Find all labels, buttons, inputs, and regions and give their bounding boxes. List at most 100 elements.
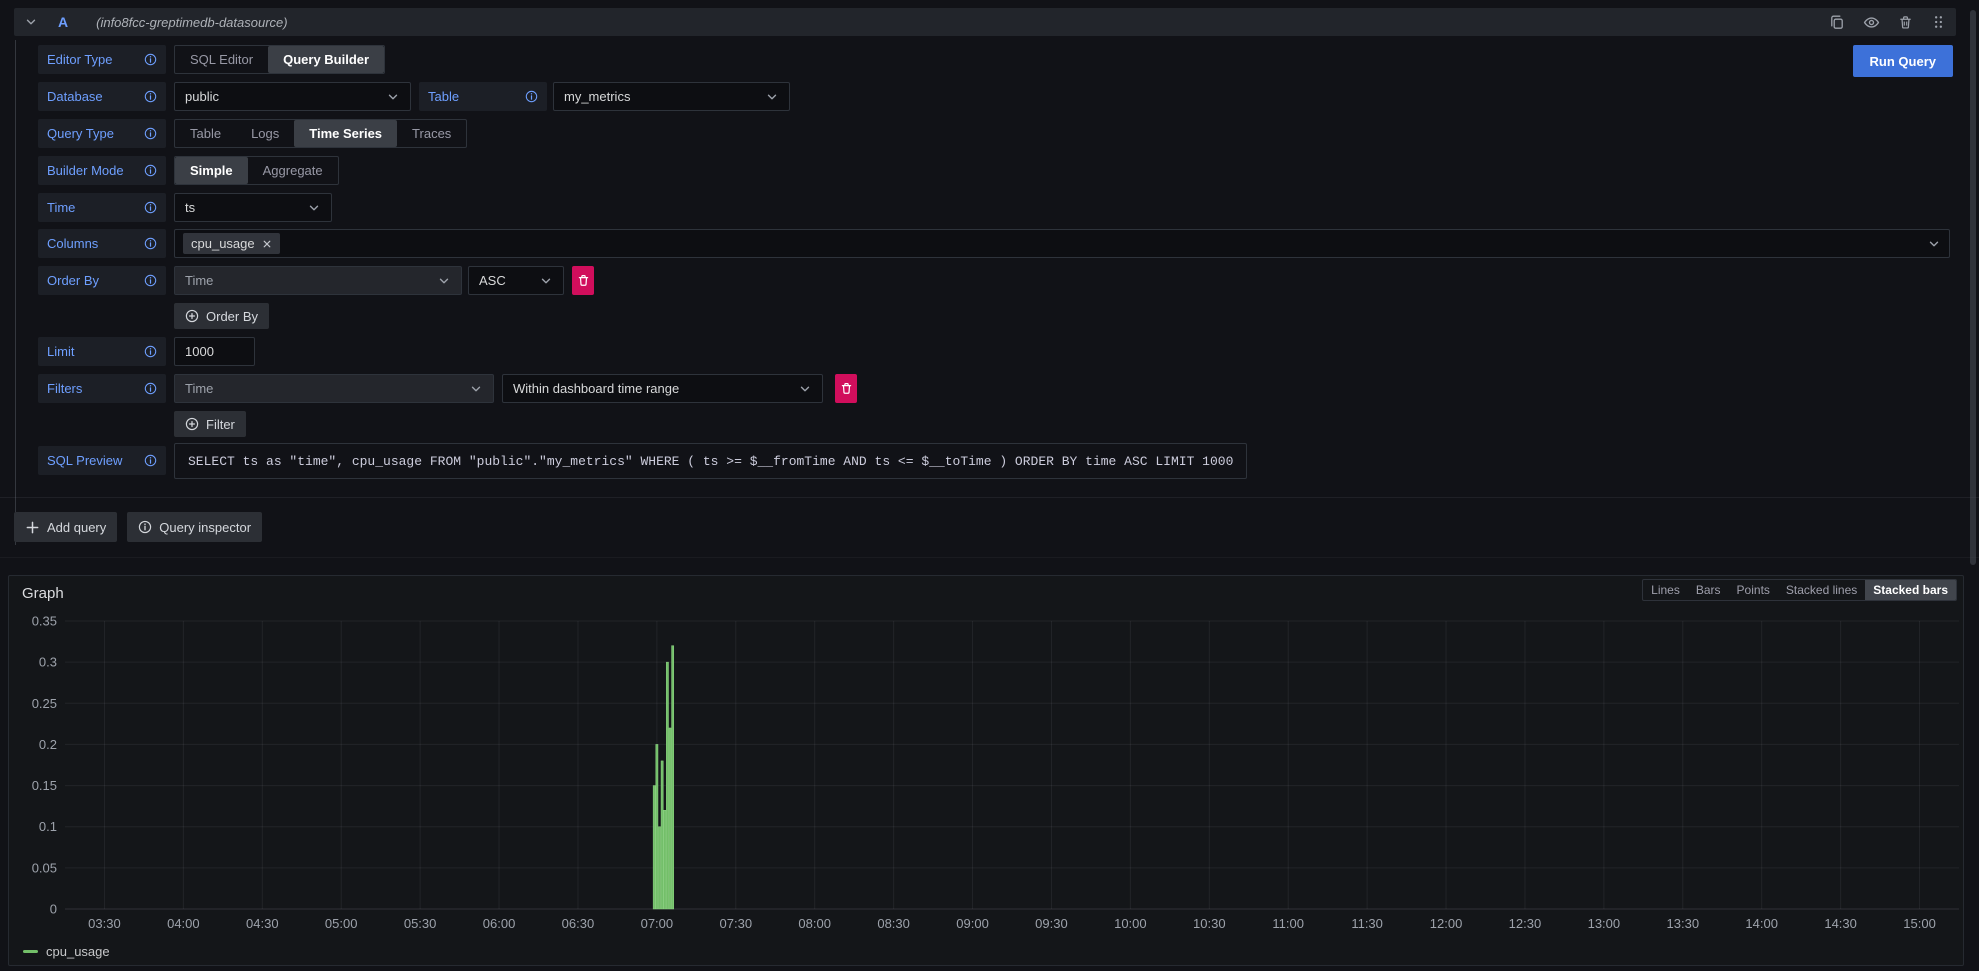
- query-left-rail: [15, 40, 16, 545]
- remove-order-by-button[interactable]: [572, 266, 594, 295]
- time-label-cell: Time: [38, 193, 166, 222]
- x-axis-tick-label: 09:00: [956, 916, 989, 931]
- query-inspector-button-label: Query inspector: [159, 520, 251, 535]
- time-column-value: ts: [185, 200, 195, 215]
- x-axis-tick-label: 07:30: [720, 916, 753, 931]
- query-footer: Add query Query inspector: [14, 512, 262, 542]
- info-icon[interactable]: [144, 127, 157, 140]
- query-inspector-button[interactable]: Query inspector: [127, 512, 262, 542]
- limit-input[interactable]: 1000: [174, 337, 255, 366]
- duplicate-query-icon[interactable]: [1829, 14, 1845, 30]
- sql-preview-text: SELECT ts as "time", cpu_usage FROM "pub…: [188, 454, 1233, 469]
- filters-label: Filters: [47, 381, 82, 396]
- x-axis-tick-label: 14:30: [1824, 916, 1857, 931]
- info-icon[interactable]: [144, 274, 157, 287]
- info-icon[interactable]: [144, 201, 157, 214]
- bar-cpu_usage-07:03: [664, 810, 666, 909]
- builder-mode-label-cell: Builder Mode: [38, 156, 166, 185]
- query-type-switch: TableLogsTime SeriesTraces: [174, 119, 467, 148]
- y-axis-tick-label: 0.05: [32, 860, 57, 875]
- chart-legend: cpu_usage: [23, 944, 110, 959]
- vertical-scrollbar[interactable]: [1970, 10, 1976, 565]
- order-by-direction-select[interactable]: ASC: [468, 266, 564, 295]
- chevron-down-icon: [469, 382, 483, 396]
- info-icon[interactable]: [144, 90, 157, 103]
- database-row: Database public Table my_metrics: [38, 82, 1950, 111]
- y-axis-tick-label: 0.3: [39, 655, 57, 670]
- order-by-label: Order By: [47, 273, 99, 288]
- x-axis-tick-label: 06:30: [562, 916, 595, 931]
- x-axis-tick-label: 12:00: [1430, 916, 1463, 931]
- info-icon[interactable]: [144, 164, 157, 177]
- add-query-button-label: Add query: [47, 520, 106, 535]
- query-type-option-traces[interactable]: Traces: [397, 120, 466, 147]
- info-icon[interactable]: [144, 53, 157, 66]
- divider: [0, 497, 1979, 498]
- x-axis-tick-label: 05:00: [325, 916, 358, 931]
- builder-mode-label: Builder Mode: [47, 163, 124, 178]
- drag-handle-icon[interactable]: [1931, 14, 1946, 30]
- limit-value: 1000: [185, 344, 214, 359]
- time-column-select[interactable]: ts: [174, 193, 332, 222]
- order-by-row: Order By Time ASC: [38, 266, 1950, 295]
- plus-icon: [25, 520, 40, 535]
- x-axis-tick-label: 06:00: [483, 916, 516, 931]
- filter-field-select[interactable]: Time: [174, 374, 494, 403]
- builder-mode-option-simple[interactable]: Simple: [175, 157, 248, 184]
- bar-cpu_usage-07:06: [672, 646, 674, 909]
- chevron-down-icon: [386, 90, 400, 104]
- remove-column-icon[interactable]: [262, 239, 272, 249]
- filter-condition-value: Within dashboard time range: [513, 381, 679, 396]
- x-axis-tick-label: 07:00: [641, 916, 674, 931]
- info-icon[interactable]: [144, 237, 157, 250]
- add-filter-button[interactable]: Filter: [174, 411, 246, 437]
- info-icon[interactable]: [144, 345, 157, 358]
- table-select[interactable]: my_metrics: [553, 82, 790, 111]
- collapse-chevron-icon[interactable]: [24, 15, 38, 29]
- remove-filter-button[interactable]: [835, 374, 857, 403]
- column-tag-cpu_usage: cpu_usage: [183, 233, 280, 254]
- query-type-option-logs[interactable]: Logs: [236, 120, 294, 147]
- sql-preview-box: SELECT ts as "time", cpu_usage FROM "pub…: [174, 443, 1247, 479]
- filters-label-cell: Filters: [38, 374, 166, 403]
- builder-mode-option-aggregate[interactable]: Aggregate: [248, 157, 338, 184]
- order-by-field-select[interactable]: Time: [174, 266, 462, 295]
- time-series-chart[interactable]: 00.050.10.150.20.250.30.3503:3004:0004:3…: [9, 576, 1965, 938]
- database-select[interactable]: public: [174, 82, 411, 111]
- info-icon[interactable]: [144, 454, 157, 467]
- y-axis-tick-label: 0.35: [32, 614, 57, 629]
- columns-multiselect[interactable]: cpu_usage: [174, 229, 1950, 258]
- editor-type-option-sql-editor[interactable]: SQL Editor: [175, 46, 268, 73]
- order-by-label-cell: Order By: [38, 266, 166, 295]
- filters-row: Filters Time Within dashboard time range: [38, 374, 1950, 403]
- trash-icon: [577, 274, 590, 287]
- query-editor-page: A (info8fcc-greptimedb-datasource) Run Q…: [0, 0, 1979, 971]
- add-query-button[interactable]: Add query: [14, 512, 117, 542]
- toggle-visibility-icon[interactable]: [1863, 14, 1880, 31]
- editor-type-option-query-builder[interactable]: Query Builder: [268, 46, 384, 73]
- y-axis-tick-label: 0.25: [32, 696, 57, 711]
- database-label-cell: Database: [38, 82, 166, 111]
- columns-label-cell: Columns: [38, 229, 166, 258]
- chevron-down-icon: [798, 382, 812, 396]
- table-label: Table: [428, 89, 459, 104]
- bar-cpu_usage-07:02: [661, 761, 663, 909]
- info-icon[interactable]: [525, 90, 538, 103]
- x-axis-tick-label: 08:00: [798, 916, 831, 931]
- add-order-by-indent: [38, 303, 174, 329]
- query-type-option-time-series[interactable]: Time Series: [294, 120, 397, 147]
- database-value: public: [185, 89, 219, 104]
- bar-cpu_usage-07:01: [658, 827, 660, 909]
- info-icon[interactable]: [144, 382, 157, 395]
- time-row: Time ts: [38, 193, 1950, 222]
- add-order-by-button[interactable]: Order By: [174, 303, 269, 329]
- bar-cpu_usage-07:04: [666, 662, 668, 909]
- filter-condition-select[interactable]: Within dashboard time range: [502, 374, 823, 403]
- query-header[interactable]: A (info8fcc-greptimedb-datasource): [14, 8, 1956, 36]
- x-axis-tick-label: 14:00: [1745, 916, 1778, 931]
- legend-label-cpu-usage[interactable]: cpu_usage: [46, 944, 110, 959]
- x-axis-tick-label: 08:30: [877, 916, 910, 931]
- query-type-option-table[interactable]: Table: [175, 120, 236, 147]
- add-order-by-row: Order By: [38, 303, 1950, 329]
- delete-query-icon[interactable]: [1898, 15, 1913, 30]
